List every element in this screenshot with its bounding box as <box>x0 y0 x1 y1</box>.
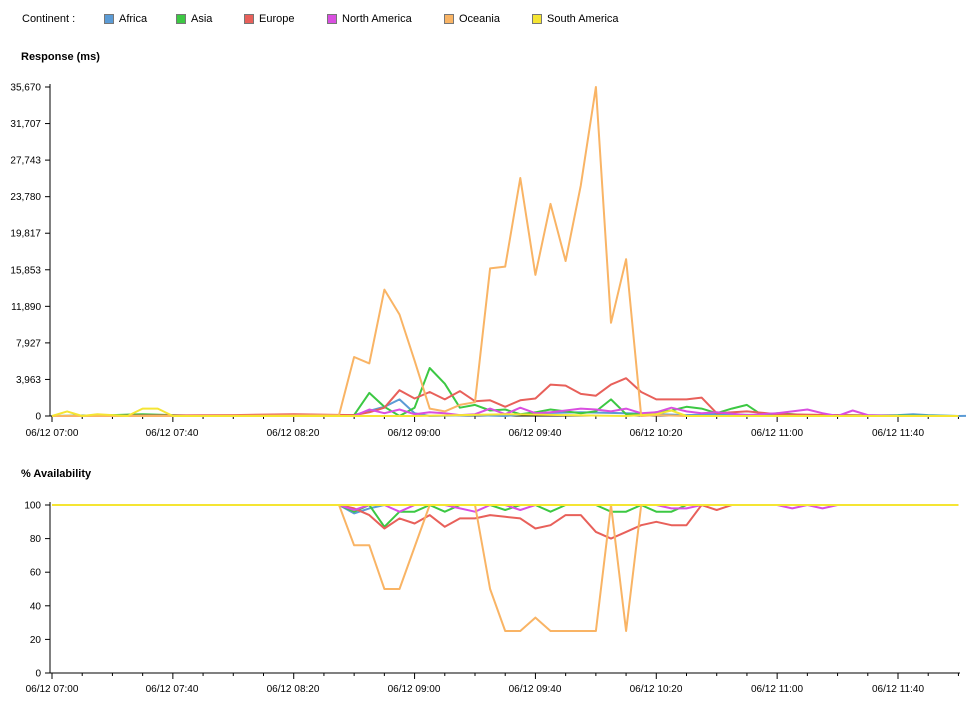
chart-availability: % Availability 0 20 40 60 80 100 06/12 07:00 06/… <box>21 468 960 695</box>
x-tick-label: 06/12 07:00 <box>26 684 79 695</box>
y-tick: 20 <box>30 635 50 646</box>
x-tick-label: 06/12 11:00 <box>751 684 804 695</box>
y-tick: 0 <box>35 669 50 680</box>
x-tick-group: 06/12 09:40 <box>509 428 562 439</box>
y-tick-label: 7,927 <box>16 338 41 349</box>
x-tick-group: 06/12 11:00 <box>751 428 804 439</box>
y-tick-label: 11,890 <box>11 302 41 313</box>
y-tick-label: 35,670 <box>10 83 41 94</box>
x-tick-group: 06/12 08:20 <box>267 684 320 695</box>
y-tick: 0 <box>35 412 50 423</box>
y-tick-label: 100 <box>24 501 41 512</box>
y-tick: 15,853 <box>10 265 50 276</box>
y-tick: 80 <box>30 534 50 545</box>
x-tick-group: 06/12 07:40 <box>146 684 199 695</box>
y-tick-label: 19,817 <box>10 229 41 240</box>
x-tick-group: 06/12 08:20 <box>267 428 320 439</box>
x-tick-label: 06/12 07:40 <box>146 428 199 439</box>
y-tick: 11,890 <box>11 302 50 313</box>
series-line-asia[interactable] <box>51 367 959 417</box>
x-tick-label: 06/12 07:00 <box>26 428 79 439</box>
y-tick: 100 <box>24 501 50 512</box>
y-tick-label: 27,743 <box>10 156 41 167</box>
y-tick: 23,780 <box>10 192 50 203</box>
x-tick-label: 06/12 11:40 <box>872 684 925 695</box>
x-tick-label: 06/12 11:00 <box>751 428 804 439</box>
x-tick-group: 06/12 10:20 <box>630 428 683 439</box>
y-tick: 40 <box>30 601 50 612</box>
x-tick-group: 06/12 07:00 <box>26 684 79 695</box>
x-tick-group: 06/12 07:00 <box>26 428 79 439</box>
series-line-oceania[interactable] <box>52 504 959 632</box>
x-tick-label: 06/12 07:40 <box>146 684 199 695</box>
x-tick-label: 06/12 09:40 <box>509 428 562 439</box>
y-tick: 35,670 <box>10 83 50 94</box>
y-tick: 3,963 <box>16 375 50 386</box>
series-line-oceania[interactable] <box>52 86 959 417</box>
x-tick-group: 06/12 11:40 <box>872 684 925 695</box>
charts-svg: Response (ms) 0 3,963 7,927 11,890 15,853 19,8… <box>10 51 966 695</box>
y-tick-label: 40 <box>30 601 42 612</box>
y-tick-label: 60 <box>30 568 42 579</box>
y-tick-label: 0 <box>35 412 41 423</box>
x-tick-label: 06/12 08:20 <box>267 428 320 439</box>
chart-title: Response (ms) <box>21 51 100 63</box>
y-tick: 31,707 <box>10 119 50 130</box>
y-tick: 27,743 <box>10 156 50 167</box>
x-tick-label: 06/12 10:20 <box>630 428 683 439</box>
x-tick-group: 06/12 09:40 <box>509 684 562 695</box>
x-tick-group: 06/12 11:40 <box>872 428 925 439</box>
x-tick-group: 06/12 09:00 <box>388 684 441 695</box>
y-tick-label: 15,853 <box>10 265 41 276</box>
x-tick-label: 06/12 09:00 <box>388 428 441 439</box>
x-tick-group: 06/12 09:00 <box>388 428 441 439</box>
y-tick-label: 23,780 <box>10 192 41 203</box>
x-tick-label: 06/12 09:40 <box>509 684 562 695</box>
chart-response: Response (ms) 0 3,963 7,927 11,890 15,853 19,8… <box>10 51 966 439</box>
x-tick-label: 06/12 11:40 <box>872 428 925 439</box>
x-tick-group: 06/12 07:40 <box>146 428 199 439</box>
y-tick-label: 20 <box>30 635 42 646</box>
x-tick-label: 06/12 09:00 <box>388 684 441 695</box>
y-tick-label: 0 <box>35 669 41 680</box>
y-tick: 7,927 <box>16 338 50 349</box>
x-tick-label: 06/12 10:20 <box>630 684 683 695</box>
y-tick-label: 3,963 <box>16 375 41 386</box>
x-tick-group: 06/12 11:00 <box>751 684 804 695</box>
chart-title: % Availability <box>21 468 92 480</box>
y-tick-label: 31,707 <box>10 119 41 130</box>
y-tick-label: 80 <box>30 534 42 545</box>
x-tick-label: 06/12 08:20 <box>267 684 320 695</box>
y-tick: 60 <box>30 568 50 579</box>
x-tick-group: 06/12 10:20 <box>630 684 683 695</box>
y-tick: 19,817 <box>10 229 50 240</box>
